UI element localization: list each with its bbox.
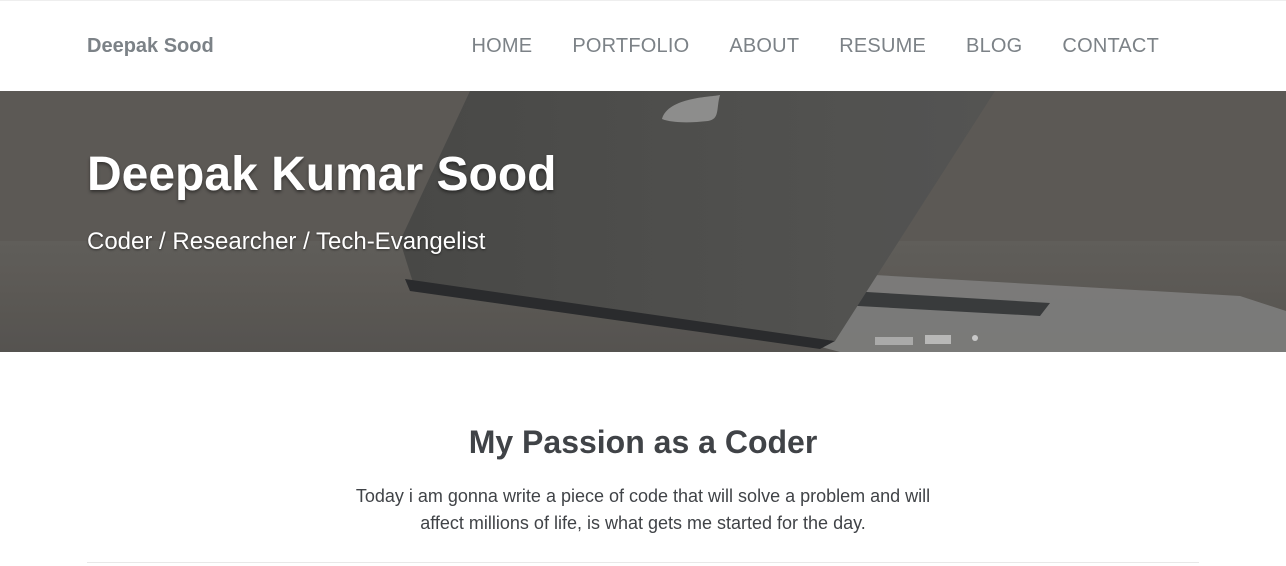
nav-item-blog: BLOG: [966, 34, 1022, 58]
nav-item-contact: CONTACT: [1062, 34, 1159, 58]
nav-link-home[interactable]: HOME: [472, 35, 533, 57]
nav-link-contact[interactable]: CONTACT: [1062, 35, 1159, 57]
hero-title: Deepak Kumar Sood: [87, 148, 557, 201]
brand-link[interactable]: Deepak Sood: [87, 34, 214, 58]
hero-banner: Deepak Kumar Sood Coder / Researcher / T…: [0, 91, 1286, 352]
nav-item-resume: RESUME: [839, 34, 926, 58]
nav-link-resume[interactable]: RESUME: [839, 35, 926, 57]
section-divider: [87, 562, 1199, 563]
section-heading: My Passion as a Coder: [468, 424, 818, 460]
hero-subtitle: Coder / Researcher / Tech-Evangelist: [87, 228, 486, 255]
nav-link-portfolio[interactable]: PORTFOLIO: [572, 35, 689, 57]
nav-item-about: ABOUT: [729, 34, 799, 58]
nav-link-blog[interactable]: BLOG: [966, 35, 1022, 57]
nav-item-home: HOME: [472, 34, 533, 58]
nav-item-portfolio: PORTFOLIO: [572, 34, 689, 58]
laptop-background-image: [0, 91, 1286, 352]
navbar: Deepak Sood HOME PORTFOLIO ABOUT RESUME …: [0, 0, 1286, 91]
main-nav: HOME PORTFOLIO ABOUT RESUME BLOG CONTACT: [472, 34, 1159, 58]
section-text: Today i am gonna write a piece of code t…: [355, 486, 931, 533]
nav-link-about[interactable]: ABOUT: [729, 35, 799, 57]
